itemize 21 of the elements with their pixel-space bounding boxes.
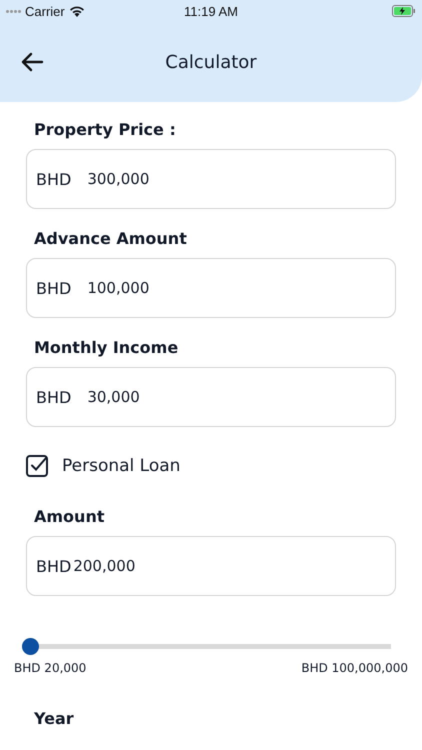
input-field[interactable]: BHD 200,000 — [26, 536, 396, 596]
field-label: Advance Amount — [34, 229, 187, 248]
field-label: Monthly Income — [34, 338, 178, 357]
input-field[interactable]: BHD 300,000 — [26, 149, 396, 209]
checkbox-label: Personal Loan — [62, 456, 180, 476]
wifi-icon — [68, 5, 85, 17]
min-value: BHD 20,000 — [14, 661, 86, 675]
field-label: Year — [34, 709, 74, 728]
signal-icon — [6, 10, 21, 12]
max-value: BHD 100,000,000 — [301, 661, 408, 675]
status-time: 11:19 AM — [184, 4, 238, 18]
field-label: Amount — [34, 507, 104, 526]
input-field[interactable]: BHD 100,000 — [26, 258, 396, 318]
back-arrow-icon[interactable] — [20, 52, 44, 72]
slider-handle[interactable] — [22, 638, 39, 655]
field-label: Property Price : — [34, 120, 176, 139]
screen-title: Calculator — [165, 52, 257, 72]
checkbox[interactable] — [26, 455, 48, 477]
carrier-name: Carrier — [25, 4, 65, 18]
input-field[interactable]: BHD 30,000 — [26, 367, 396, 427]
battery-icon — [392, 5, 416, 17]
